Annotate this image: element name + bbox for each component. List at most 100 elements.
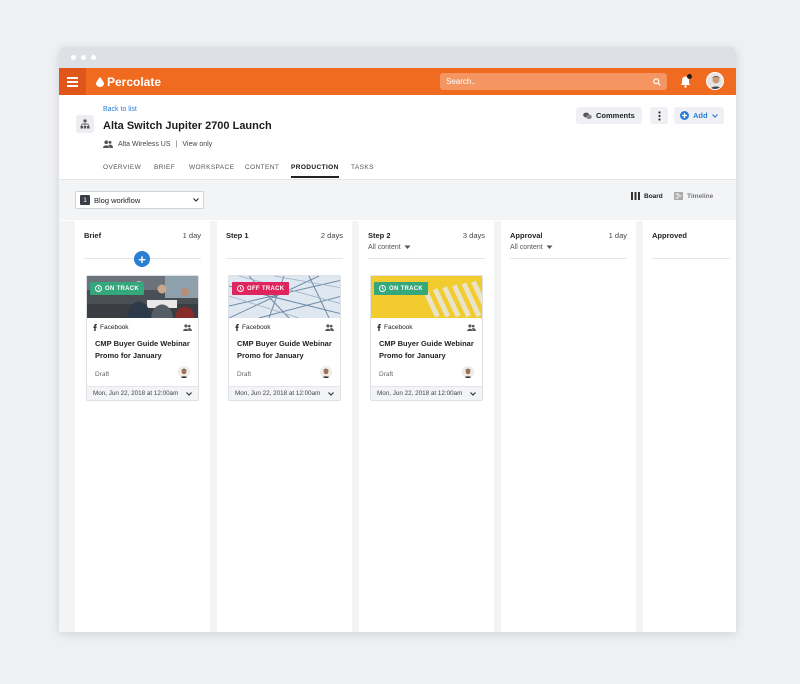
chevron-down-icon[interactable] [470,391,476,396]
filter-label: All content [368,244,401,251]
hierarchy-icon [76,115,94,133]
content-card[interactable]: ON TRACK Facebook CMP Buyer Guide Webina… [370,275,483,401]
chevron-down-icon [193,198,199,202]
notifications-button[interactable] [680,74,692,93]
content-filter-dropdown[interactable]: All content [368,244,411,251]
column-title: Brief [84,231,102,240]
add-button[interactable]: Add [674,107,724,124]
column-duration: 1 day [182,231,201,240]
add-content-button[interactable]: + [134,251,150,267]
column-title: Approval [510,231,543,240]
content-filter-dropdown[interactable]: All content [510,244,553,251]
timeline-view-toggle[interactable]: Timeline [674,192,713,200]
column-title: Approved [652,231,688,240]
tab-overview[interactable]: OVERVIEW [103,164,141,176]
chevron-down-icon [711,113,718,118]
card-due-date[interactable]: Mon, Jun 22, 2018 at 12:00am [229,386,340,400]
brand-name: Percolate [107,74,162,89]
facebook-icon [93,324,97,331]
chevron-down-icon[interactable] [186,391,192,396]
card-title[interactable]: CMP Buyer Guide Webinar Promo for Januar… [95,338,193,362]
top-nav-bar: Percolate [59,68,736,95]
comments-button[interactable]: Comments [576,107,642,124]
column-duration: 1 day [608,231,627,240]
channel-name: Facebook [100,324,129,331]
due-date-text: Mon, Jun 22, 2018 at 12:00am [235,390,321,397]
tab-workspace[interactable]: WORKSPACE [189,164,234,176]
column-duration: 3 days [462,231,485,240]
column-divider [510,258,627,259]
window-dot [71,55,76,60]
tab-brief[interactable]: BRIEF [154,164,175,176]
assignee-avatar[interactable] [178,366,190,378]
tab-content[interactable]: CONTENT [245,164,279,176]
chevron-down-icon[interactable] [328,391,334,396]
caret-down-icon [404,245,411,249]
kebab-icon [657,110,661,121]
permission-label: View only [182,140,213,148]
team-icon [467,324,476,331]
card-channel: Facebook [93,324,129,331]
page-title: Alta Switch Jupiter 2700 Launch [103,120,272,132]
app-window: Percolate Back to list Alta Switch Jupit… [59,47,736,632]
assignee-avatar[interactable] [320,366,332,378]
board-column-approval: Approval 1 day All content [501,221,636,632]
column-divider [652,258,730,259]
back-to-list-link[interactable]: Back to list [103,106,137,113]
search-icon[interactable] [653,77,661,86]
board-column-step-2: Step 23 days All content ON TRACK Facebo… [359,221,494,632]
assignee-avatar[interactable] [462,366,474,378]
content-card[interactable]: ON TRACK Facebook CMP Buyer Guide Webina… [86,275,199,401]
card-title[interactable]: CMP Buyer Guide Webinar Promo for Januar… [237,338,335,362]
team-icon [325,324,334,331]
column-duration: 2 days [320,231,343,240]
filter-label: All content [510,244,543,251]
card-channel: Facebook [377,324,413,331]
board-label: Board [644,192,663,200]
more-options-button[interactable] [650,107,668,124]
plus-circle-icon [680,111,689,120]
workflow-number: 1 [80,195,90,205]
status-label: OFF TRACK [247,285,285,292]
channel-name: Facebook [242,324,271,331]
tab-production[interactable]: PRODUCTION [291,164,339,178]
board-icon [631,192,640,200]
team-icon [183,324,192,331]
comments-icon [583,112,592,119]
column-divider [226,258,343,259]
due-date-text: Mon, Jun 22, 2018 at 12:00am [377,390,463,397]
content-card[interactable]: OFF TRACK Facebook CMP Buyer Guide Webin… [228,275,341,401]
status-label: ON TRACK [105,285,140,292]
project-meta: Alta Wireless US | View only [103,140,212,148]
column-title: Step 1 [226,231,249,240]
search-input[interactable] [446,77,653,86]
card-image: OFF TRACK [229,276,340,318]
window-chrome [59,47,736,68]
board-view-toggle[interactable]: Board [631,192,663,200]
timeline-icon [674,192,683,200]
search-box[interactable] [440,73,667,90]
channel-name: Facebook [384,324,413,331]
tab-tasks[interactable]: TASKS [351,164,374,176]
team-icon [103,140,113,148]
add-label: Add [693,111,708,120]
status-badge: OFF TRACK [232,282,290,295]
brand-logo[interactable]: Percolate [96,75,161,89]
board-toolbar: 1 Blog workflow Board Timeline [59,180,736,220]
workflow-select[interactable]: 1 Blog workflow [75,191,204,209]
card-due-date[interactable]: Mon, Jun 22, 2018 at 12:00am [371,386,482,400]
card-title[interactable]: CMP Buyer Guide Webinar Promo for Januar… [379,338,477,362]
facebook-icon [377,324,381,331]
window-dot [91,55,96,60]
timeline-label: Timeline [687,192,714,200]
workflow-label: Blog workflow [94,195,141,205]
card-due-date[interactable]: Mon, Jun 22, 2018 at 12:00am [87,386,198,400]
due-date-text: Mon, Jun 22, 2018 at 12:00am [93,390,179,397]
status-badge: ON TRACK [90,282,145,295]
clock-icon [95,285,102,292]
user-photo [709,76,723,89]
menu-icon[interactable] [59,68,86,95]
board-column-step-1: Step 12 days OFF TRACK Facebook CMP Buye… [217,221,352,632]
project-header: Back to list Alta Switch Jupiter 2700 La… [59,95,736,160]
user-avatar[interactable] [706,72,724,90]
